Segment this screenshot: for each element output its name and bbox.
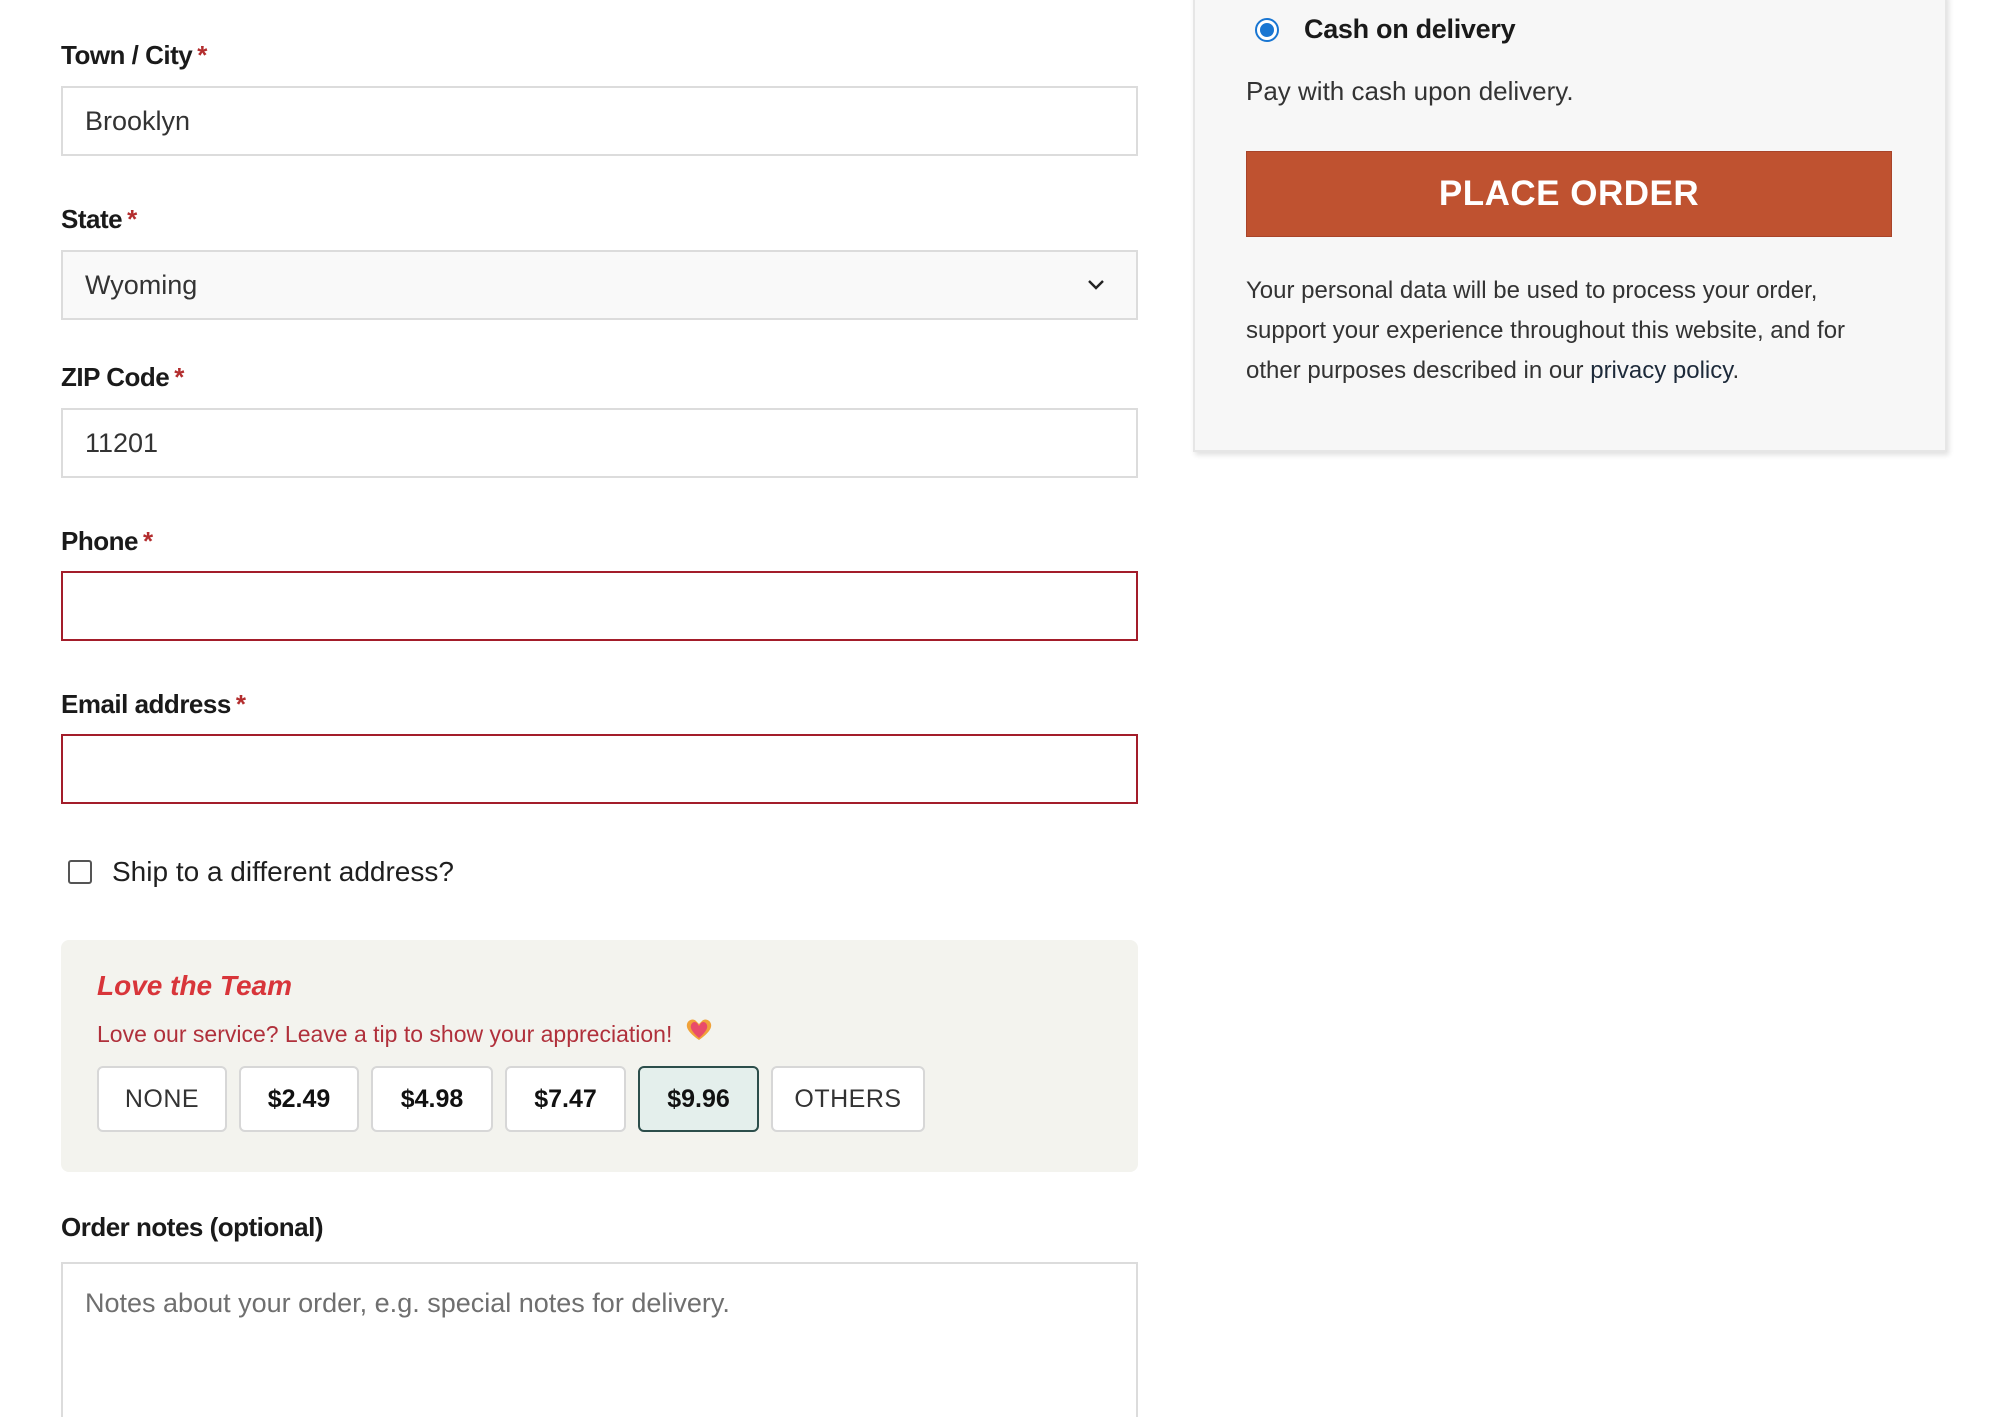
order-notes-textarea[interactable]: Notes about your order, e.g. special not… xyxy=(61,1262,1138,1417)
privacy-policy-link[interactable]: privacy policy xyxy=(1590,357,1732,384)
tip-others-button[interactable]: OTHERS xyxy=(771,1066,925,1132)
tip-9-96-button[interactable]: $9.96 xyxy=(638,1066,759,1132)
state-label: State * xyxy=(61,204,137,234)
order-notes-label: Order notes (optional) xyxy=(61,1212,324,1242)
zip-code-value: 11201 xyxy=(85,427,159,458)
email-label: Email address * xyxy=(61,689,246,719)
phone-label: Phone * xyxy=(61,526,153,556)
tip-section: Love the Team Love our service? Leave a … xyxy=(61,940,1138,1172)
tip-none-button[interactable]: NONE xyxy=(97,1066,227,1132)
tip-4-98-button[interactable]: $4.98 xyxy=(371,1066,493,1132)
tip-options: NONE $2.49 $4.98 $7.47 $9.96 OTHERS xyxy=(97,1066,925,1132)
email-input[interactable] xyxy=(61,734,1138,804)
tip-7-47-button[interactable]: $7.47 xyxy=(505,1066,626,1132)
town-city-label: Town / City * xyxy=(61,40,207,70)
ship-different-address-checkbox[interactable] xyxy=(68,860,92,884)
state-selected-value: Wyoming xyxy=(85,269,198,300)
chevron-down-icon xyxy=(1078,267,1114,303)
payment-panel: Cash on delivery Pay with cash upon deli… xyxy=(1193,0,1947,452)
tip-subtitle: Love our service? Leave a tip to show yo… xyxy=(97,1018,713,1048)
tip-title: Love the Team xyxy=(97,970,293,1001)
town-city-value: Brooklyn xyxy=(85,105,191,136)
town-city-input[interactable]: Brooklyn xyxy=(61,86,1138,156)
required-asterisk: * xyxy=(235,689,246,719)
tip-2-49-button[interactable]: $2.49 xyxy=(239,1066,359,1132)
order-notes-placeholder: Notes about your order, e.g. special not… xyxy=(85,1288,730,1318)
zip-code-label: ZIP Code * xyxy=(61,362,184,392)
ship-different-address-label: Ship to a different address? xyxy=(112,856,454,887)
required-asterisk: * xyxy=(127,204,137,234)
required-asterisk: * xyxy=(142,526,153,556)
required-asterisk: * xyxy=(174,362,184,392)
state-select[interactable]: Wyoming xyxy=(61,250,1138,320)
heart-icon xyxy=(685,1018,713,1048)
privacy-notice: Your personal data will be used to proce… xyxy=(1246,277,1846,384)
payment-method-cod[interactable]: Cash on delivery xyxy=(1255,14,1516,45)
cod-radio[interactable] xyxy=(1255,17,1279,42)
cod-label: Cash on delivery xyxy=(1304,14,1516,44)
required-asterisk: * xyxy=(197,40,207,70)
ship-different-address-row[interactable]: Ship to a different address? xyxy=(68,856,454,888)
place-order-button[interactable]: PLACE ORDER xyxy=(1246,151,1892,237)
zip-code-input[interactable]: 11201 xyxy=(61,408,1138,478)
phone-input[interactable] xyxy=(61,571,1138,641)
cod-description: Pay with cash upon delivery. xyxy=(1246,76,1574,106)
